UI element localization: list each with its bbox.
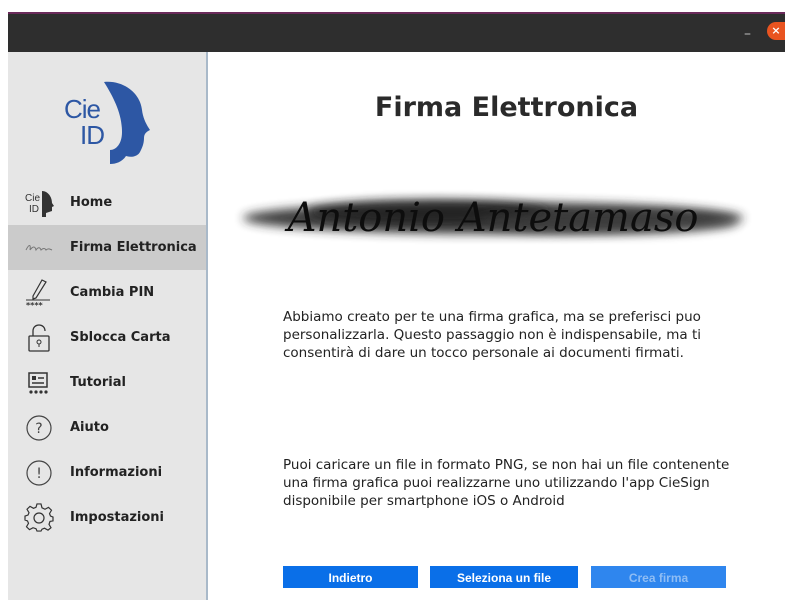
sidebar-item-label: Home [70,195,113,210]
logo-text-cie: Cie [64,94,101,124]
sidebar-item-home[interactable]: Cie ID Home [8,180,206,225]
create-signature-button[interactable]: Crea firma [591,566,726,588]
logo-text-id: ID [80,120,105,150]
minimize-button[interactable]: – [744,26,751,42]
svg-text:Cie: Cie [25,193,40,204]
sidebar-item-label: Sblocca Carta [70,330,171,345]
sidebar-item-label: Aiuto [70,420,109,435]
select-file-button[interactable]: Seleziona un file [430,566,578,588]
pencil-pin-icon: **** [22,278,56,308]
sidebar-item-label: Informazioni [70,465,163,480]
sidebar-item-label: Cambia PIN [70,285,155,300]
help-icon: ? [22,413,56,443]
window-titlebar: – × [8,12,785,52]
tutorial-icon [22,368,56,398]
svg-text:!: ! [36,466,42,482]
sidebar-item-aiuto[interactable]: ? Aiuto [8,405,206,450]
main-panel: Firma Elettronica Antonio Antetamaso Abb… [208,52,785,600]
sidebar-item-sblocca-carta[interactable]: Sblocca Carta [8,315,206,360]
sidebar-item-tutorial[interactable]: Tutorial [8,360,206,405]
back-button[interactable]: Indietro [283,566,418,588]
info-icon: ! [22,458,56,488]
upload-paragraph: Puoi caricare un file in formato PNG, se… [283,457,730,509]
cieid-logo: Cie ID [60,80,150,164]
sidebar-item-label: Firma Elettronica [70,240,197,255]
sidebar-item-label: Tutorial [70,375,126,390]
signature-preview: Antonio Antetamaso [228,184,758,252]
intro-paragraph: Abbiamo creato per te una firma grafica,… [283,309,702,361]
sidebar-item-cambia-pin[interactable]: **** Cambia PIN [8,270,206,315]
sidebar-item-firma-elettronica[interactable]: Firma Elettronica [8,225,206,270]
sidebar: Cie ID Cie ID Home Firma Elettronica ***… [8,52,208,600]
sidebar-item-label: Impostazioni [70,510,165,525]
signature-text: Antonio Antetamaso [284,195,699,241]
svg-text:?: ? [35,421,42,437]
sidebar-nav: Cie ID Home Firma Elettronica **** Cambi… [8,180,206,540]
svg-text:ID: ID [29,204,39,215]
sidebar-item-impostazioni[interactable]: Impostazioni [8,495,206,540]
sidebar-item-informazioni[interactable]: ! Informazioni [8,450,206,495]
app-window: – × Cie ID Cie ID Home Firma Elettronica… [0,0,785,600]
close-button[interactable]: × [767,22,785,40]
signature-icon [22,233,56,263]
padlock-icon [22,323,56,353]
cie-card-icon: Cie ID [22,188,56,218]
svg-text:****: **** [26,301,44,308]
gear-icon [22,502,56,533]
page-title: Firma Elettronica [374,92,639,123]
